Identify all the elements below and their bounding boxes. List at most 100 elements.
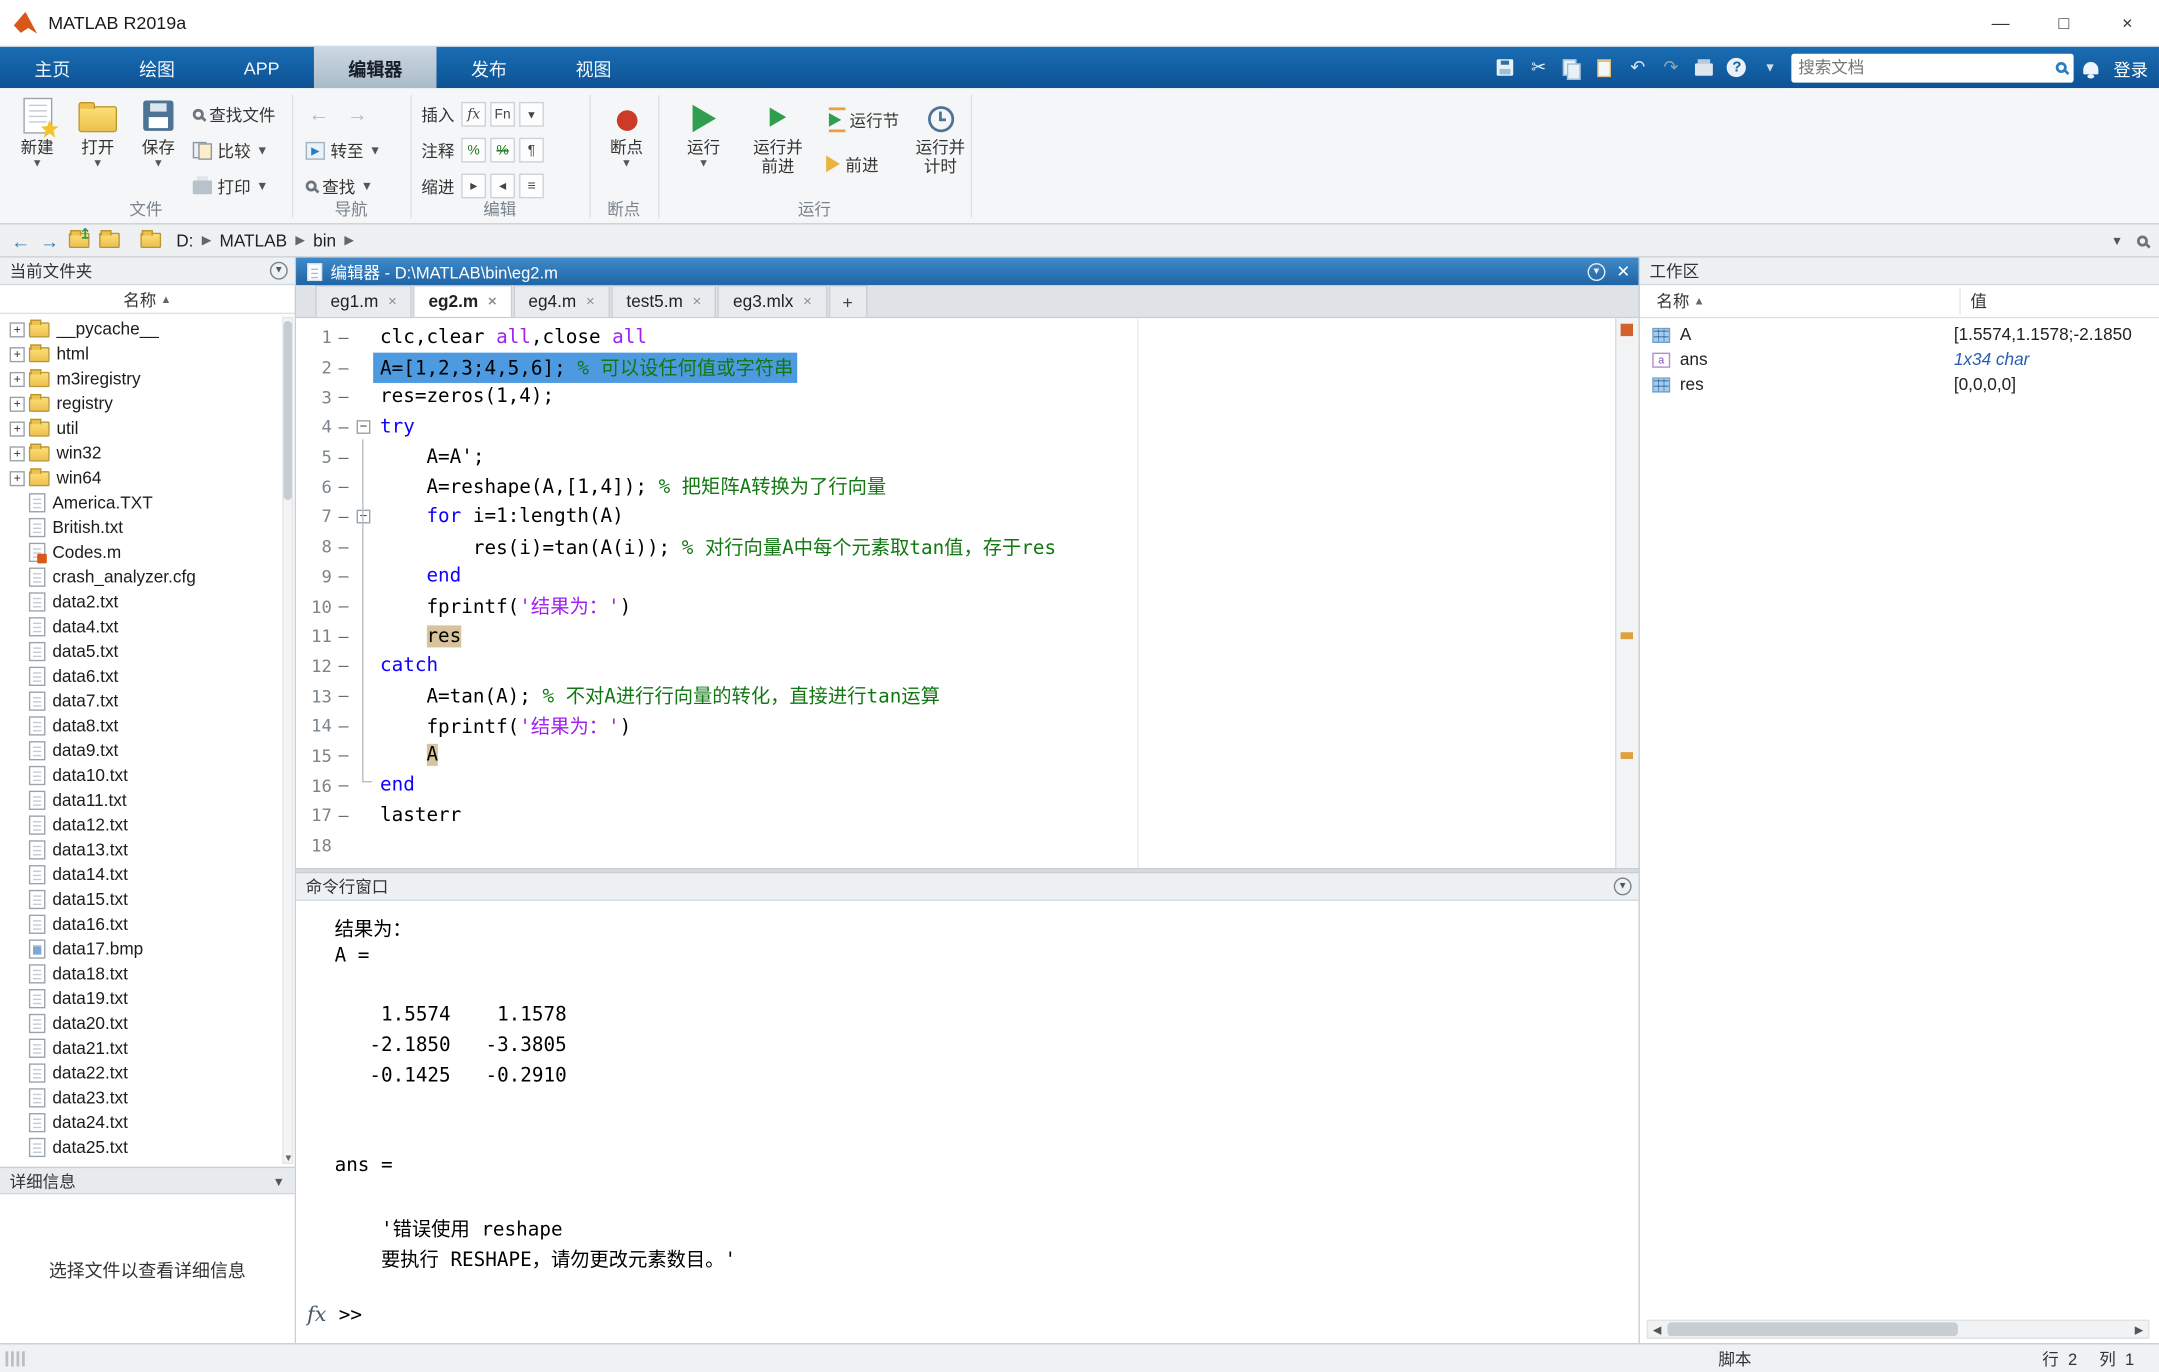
editor-tab[interactable]: eg3.mlx ×: [717, 285, 827, 317]
undo-icon[interactable]: ↶: [1626, 56, 1649, 79]
file-row[interactable]: + html: [0, 342, 295, 367]
doc-search-box[interactable]: [1791, 53, 2074, 82]
file-row[interactable]: + m3iregistry: [0, 366, 295, 391]
forward-icon[interactable]: →: [40, 229, 59, 251]
cut-icon[interactable]: ✂: [1527, 56, 1550, 79]
file-row[interactable]: data23.txt: [0, 1085, 295, 1110]
workspace-row[interactable]: res [0,0,0,0]: [1640, 372, 2159, 397]
browse-folder-icon[interactable]: [99, 230, 120, 248]
minimize-button[interactable]: —: [1969, 0, 2032, 45]
smart-indent-button[interactable]: ≡: [519, 173, 544, 199]
code-line[interactable]: 14— fprintf('结果为：'): [296, 711, 1615, 741]
file-row[interactable]: data8.txt: [0, 714, 295, 739]
file-row[interactable]: data17.bmp: [0, 937, 295, 962]
open-button[interactable]: 打开 ▼: [66, 94, 129, 199]
insert-more-button[interactable]: ▼: [519, 101, 544, 127]
expand-icon[interactable]: +: [9, 346, 25, 362]
redo-icon[interactable]: ↷: [1659, 56, 1682, 79]
command-window[interactable]: 结果为： A = 1.5574 1.1578 -2.1850 -3.3805 -0…: [296, 900, 1639, 1344]
expand-icon[interactable]: +: [9, 445, 25, 461]
breakpoints-button[interactable]: 断点 ▼: [595, 94, 658, 199]
message-indicator[interactable]: [1620, 323, 1634, 337]
navigate-forward-button[interactable]: →: [347, 99, 368, 129]
file-row[interactable]: crash_analyzer.cfg: [0, 565, 295, 590]
goto-button[interactable]: 转至 ▼: [305, 135, 381, 165]
more-icon[interactable]: ▼: [1758, 56, 1781, 79]
save-icon[interactable]: [1494, 56, 1517, 79]
workspace-row[interactable]: A [1.5574,1.1578;-2.1850: [1640, 322, 2159, 347]
panel-menu-icon[interactable]: ▼: [1613, 877, 1632, 896]
run-button[interactable]: 运行 ▼: [672, 94, 735, 199]
insert-fx-button[interactable]: fx: [461, 101, 487, 127]
editor-tab[interactable]: eg2.m ×: [413, 285, 512, 317]
new-button[interactable]: 新建 ▼: [6, 94, 69, 199]
help-icon[interactable]: ?: [1725, 56, 1748, 79]
close-button[interactable]: ×: [2096, 0, 2159, 45]
insert-fn-button[interactable]: Fn: [490, 101, 515, 127]
close-tab-icon[interactable]: ×: [693, 293, 702, 310]
code-line[interactable]: 1— clc,clear all,close all: [296, 322, 1615, 352]
code-editor[interactable]: 1— clc,clear all,close all 2— A=[1,2,3;4,5,…: [296, 318, 1639, 868]
file-row[interactable]: data14.txt: [0, 862, 295, 887]
search-icon[interactable]: [2055, 61, 2067, 74]
scrollbar-thumb[interactable]: [283, 320, 292, 501]
file-row[interactable]: data5.txt: [0, 639, 295, 664]
file-row[interactable]: British.txt: [0, 515, 295, 540]
close-tab-icon[interactable]: ×: [803, 293, 812, 310]
indent-left-button[interactable]: ◂: [490, 173, 515, 199]
code-line[interactable]: 16— end: [296, 770, 1615, 800]
maximize-button[interactable]: □: [2032, 0, 2095, 45]
file-row[interactable]: Codes.m: [0, 540, 295, 565]
notification-bell-icon[interactable]: [2083, 61, 2099, 78]
file-row[interactable]: data13.txt: [0, 838, 295, 863]
scroll-left-icon[interactable]: ◀: [1648, 1321, 1666, 1338]
find-files-button[interactable]: 查找文件: [192, 99, 275, 129]
code-line[interactable]: 3— res=zeros(1,4);: [296, 382, 1615, 412]
code-line[interactable]: 11— res: [296, 621, 1615, 651]
uncomment-button[interactable]: %: [490, 137, 515, 163]
panel-menu-icon[interactable]: ▼: [269, 261, 288, 280]
navigate-back-button[interactable]: ←: [308, 99, 329, 129]
name-column-header[interactable]: 名称 ▲: [0, 285, 295, 315]
file-row[interactable]: + win32: [0, 441, 295, 466]
code-line[interactable]: 7—− for i=1:length(A): [296, 502, 1615, 532]
file-row[interactable]: data19.txt: [0, 986, 295, 1011]
command-prompt[interactable]: >>: [339, 1304, 362, 1326]
run-advance-button[interactable]: 运行并 前进: [746, 94, 809, 199]
ribbon-tab[interactable]: APP: [209, 47, 314, 88]
ribbon-tab[interactable]: 发布: [437, 47, 542, 88]
scrollbar-marker[interactable]: [1620, 752, 1634, 760]
close-tab-icon[interactable]: ×: [488, 293, 497, 310]
scrollbar-marker[interactable]: [1620, 632, 1634, 640]
doc-search-input[interactable]: [1798, 57, 2051, 78]
code-line[interactable]: 17— lasterr: [296, 800, 1615, 830]
file-row[interactable]: data12.txt: [0, 813, 295, 838]
file-row[interactable]: data2.txt: [0, 590, 295, 615]
ribbon-tab[interactable]: 绘图: [105, 47, 210, 88]
save-button[interactable]: 保存 ▼: [127, 94, 190, 199]
collapse-icon[interactable]: ▼: [270, 1172, 288, 1190]
breadcrumb-item[interactable]: D:: [176, 231, 193, 250]
file-row[interactable]: data6.txt: [0, 664, 295, 689]
file-row[interactable]: data15.txt: [0, 887, 295, 912]
code-line[interactable]: 6— A=reshape(A,[1,4]); % 把矩阵A转换为了行向量: [296, 472, 1615, 502]
copy-icon[interactable]: [1560, 56, 1583, 80]
close-tab-icon[interactable]: ×: [388, 293, 397, 310]
file-row[interactable]: + registry: [0, 391, 295, 416]
file-row[interactable]: + __pycache__: [0, 317, 295, 342]
workspace-column-headers[interactable]: 名称 ▲ 值: [1639, 285, 2159, 319]
breadcrumb-item[interactable]: MATLAB: [220, 231, 288, 250]
file-row[interactable]: data10.txt: [0, 763, 295, 788]
ribbon-tab[interactable]: 视图: [541, 47, 646, 88]
code-line[interactable]: 8— res(i)=tan(A(i)); % 对行向量A中每个元素取tan值，存…: [296, 531, 1615, 561]
file-row[interactable]: data16.txt: [0, 912, 295, 937]
file-row[interactable]: data21.txt: [0, 1036, 295, 1061]
expand-icon[interactable]: +: [9, 371, 25, 387]
scrollbar-thumb[interactable]: [1667, 1322, 1958, 1337]
editor-tab[interactable]: eg4.m ×: [513, 285, 610, 317]
wrap-comment-button[interactable]: ¶: [519, 137, 544, 163]
file-row[interactable]: + util: [0, 416, 295, 441]
run-time-button[interactable]: 运行并 计时: [909, 94, 972, 199]
file-list-scrollbar[interactable]: ▼: [282, 316, 294, 1164]
indent-right-button[interactable]: ▸: [461, 173, 487, 199]
